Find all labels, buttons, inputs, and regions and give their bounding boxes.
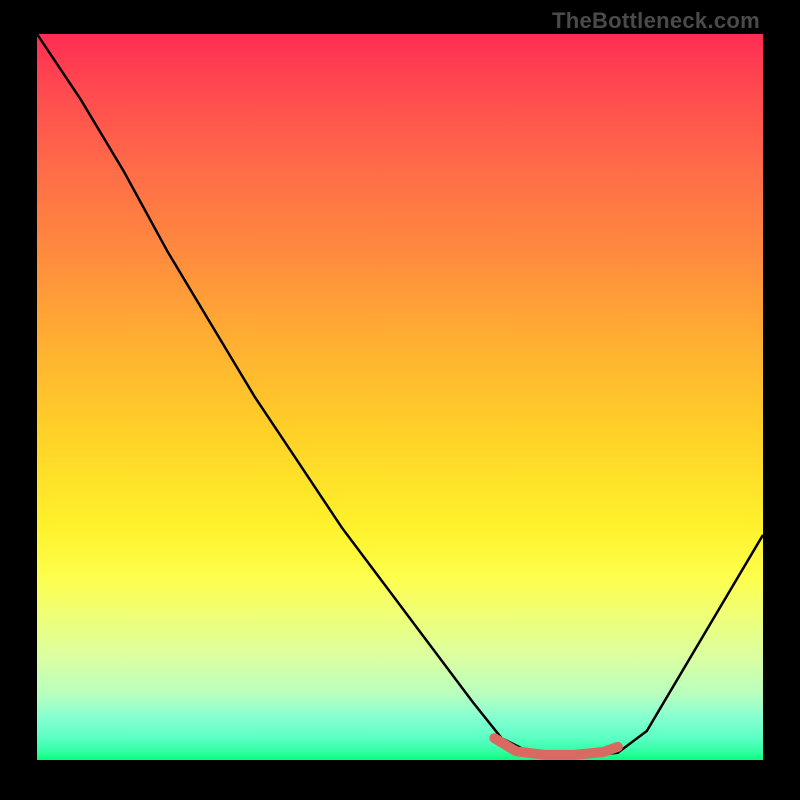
optimal-zone-highlight-line bbox=[494, 738, 617, 755]
chart-svg bbox=[37, 34, 763, 760]
attribution-label: TheBottleneck.com bbox=[552, 8, 760, 34]
highlight-start-dot bbox=[489, 733, 499, 743]
highlight-end-dot bbox=[613, 742, 623, 752]
bottleneck-curve-line bbox=[37, 34, 763, 756]
chart-plot-area bbox=[37, 34, 763, 760]
